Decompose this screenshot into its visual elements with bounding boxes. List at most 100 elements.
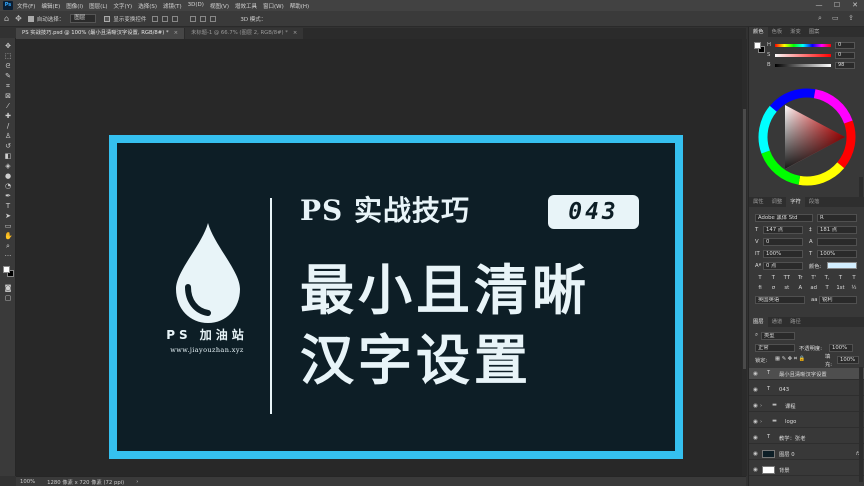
text-color-swatch[interactable] (827, 262, 857, 269)
leading-field[interactable]: 181 点 (817, 225, 857, 234)
visibility-eye-icon[interactable]: ◉ (751, 371, 760, 377)
move-tool-icon[interactable]: ✥ (15, 14, 22, 23)
auto-select-dropdown[interactable]: 图层 (70, 14, 97, 23)
brush-tool-icon[interactable]: / (4, 122, 12, 130)
share-icon[interactable]: ⇪ (848, 14, 854, 22)
canvas-vertical-scrollbar[interactable] (742, 39, 747, 476)
opentype-button[interactable]: ad (809, 285, 819, 291)
menu-item[interactable]: 增效工具 (235, 2, 257, 10)
tracking-field[interactable] (817, 237, 857, 246)
menu-item[interactable]: 滤镜(T) (163, 2, 182, 10)
font-style-select[interactable]: R (817, 213, 857, 222)
maximize-button[interactable]: ☐ (828, 0, 846, 11)
layer-name[interactable]: 背景 (779, 466, 864, 474)
screen-mode-icon[interactable]: ▢ (4, 294, 12, 302)
align-bottom-icon[interactable] (210, 15, 217, 22)
foreground-color-swatch[interactable] (3, 266, 10, 273)
align-center-icon[interactable] (162, 15, 169, 22)
tab-gradients[interactable]: 渐变 (786, 27, 805, 37)
opentype-button[interactable]: T (822, 285, 832, 291)
saturation-slider[interactable]: S 0 (767, 51, 857, 59)
lock-icons[interactable]: ▦ ✎ ✥ ⌗ 🔒 (775, 356, 825, 363)
menu-item[interactable]: 图像(I) (66, 2, 83, 10)
hue-slider[interactable]: H 0 (767, 41, 857, 49)
tab-character[interactable]: 字符 (786, 197, 805, 207)
home-icon[interactable]: ⌂ (4, 14, 9, 23)
paint-bucket-icon[interactable]: ◈ (4, 162, 12, 170)
close-tab-icon[interactable]: × (293, 30, 297, 36)
zoom-tool-icon[interactable]: ⌕ (4, 242, 12, 250)
marquee-tool-icon[interactable]: ⬚ (4, 52, 12, 60)
tab-properties[interactable]: 属性 (749, 197, 768, 207)
layer-row[interactable]: ◉图层 0fx (749, 448, 864, 460)
align-top-icon[interactable] (190, 15, 197, 22)
visibility-eye-icon[interactable]: ◉ (751, 467, 760, 473)
move-tool-icon[interactable]: ✥ (4, 42, 12, 50)
layer-row[interactable]: ◉ T 最小且清晰汉字设置 (749, 368, 864, 380)
text-style-button[interactable]: T (836, 275, 846, 281)
lasso-tool-icon[interactable]: ᘓ (4, 62, 12, 70)
layer-name[interactable]: 课程 (785, 402, 864, 410)
group-expand-chevron-icon[interactable]: › (760, 419, 766, 425)
visibility-eye-icon[interactable]: ◉ (751, 435, 760, 441)
layers-scrollbar[interactable] (859, 367, 863, 482)
tab-color[interactable]: 颜色 (749, 27, 768, 37)
opentype-button[interactable]: ½ (849, 285, 859, 291)
layer-name[interactable]: logo (785, 419, 864, 425)
kerning-field[interactable]: 0 (763, 237, 803, 246)
opentype-button[interactable]: fi (755, 285, 765, 291)
text-style-button[interactable]: Tr (795, 275, 805, 281)
text-style-button[interactable]: T (768, 275, 778, 281)
tab-paths[interactable]: 路径 (786, 317, 805, 327)
vertical-scale-field[interactable]: 100% (763, 249, 803, 258)
layer-row[interactable]: ◉ 背景 (749, 464, 864, 476)
layer-name[interactable]: 最小且清晰汉字设置 (779, 370, 864, 378)
horizontal-scale-field[interactable]: 100% (817, 249, 857, 258)
menu-item[interactable]: 帮助(H) (290, 2, 309, 10)
history-brush-icon[interactable]: ↺ (4, 142, 12, 150)
eyedropper-tool-icon[interactable]: ⁄ (4, 102, 12, 110)
hand-tool-icon[interactable]: ✋ (4, 232, 13, 240)
tab-patterns[interactable]: 图案 (805, 27, 824, 37)
text-style-button[interactable]: T, (822, 275, 832, 281)
close-tab-icon[interactable]: × (174, 30, 178, 36)
hue-track[interactable] (775, 43, 831, 47)
layer-name[interactable]: 043 (779, 387, 864, 393)
artwork-frame[interactable]: PS 加油站 www.jiayouzhan.xyz PS 实战技巧 043 最小… (109, 135, 683, 459)
group-expand-chevron-icon[interactable]: › (760, 403, 766, 409)
layer-row[interactable]: ◉ T 043 (749, 384, 864, 396)
layer-filter-select[interactable]: 类型 (761, 331, 795, 340)
menu-item[interactable]: 编辑(E) (41, 2, 60, 10)
font-size-field[interactable]: 147 点 (763, 225, 803, 234)
visibility-eye-icon[interactable]: ◉ (751, 387, 760, 393)
tab-layers[interactable]: 图层 (749, 317, 768, 327)
frame-tool-icon[interactable]: ⊠ (4, 92, 12, 100)
menu-item[interactable]: 文字(Y) (114, 2, 133, 10)
opacity-field[interactable]: 100% (829, 343, 853, 352)
opentype-button[interactable]: 1st (836, 285, 846, 291)
menu-item[interactable]: 3D(D) (188, 2, 204, 10)
minimize-button[interactable]: — (810, 0, 828, 11)
path-select-icon[interactable]: ➤ (4, 212, 12, 220)
panel-foreground-swatch[interactable] (754, 42, 761, 49)
healing-brush-icon[interactable]: ✚ (4, 112, 12, 120)
fill-field[interactable]: 100% (837, 355, 859, 364)
language-select[interactable]: 英国英语 (755, 295, 805, 304)
tab-active-document[interactable]: PS 实战技巧.psd @ 100% (最小且清晰汉字设置, RGB/8#) *… (16, 28, 185, 39)
visibility-eye-icon[interactable]: ◉ (751, 451, 760, 457)
scrollbar-thumb[interactable] (743, 109, 746, 369)
tab-adjustments[interactable]: 调整 (768, 197, 787, 207)
layer-row[interactable]: ◉ T 教学：张老 (749, 432, 864, 444)
canvas-area[interactable]: PS 加油站 www.jiayouzhan.xyz PS 实战技巧 043 最小… (16, 39, 746, 476)
quick-select-tool-icon[interactable]: ✎ (4, 72, 12, 80)
rectangle-tool-icon[interactable]: ▭ (4, 222, 12, 230)
text-style-button[interactable]: T' (809, 275, 819, 281)
text-style-button[interactable]: T (755, 275, 765, 281)
pen-tool-icon[interactable]: ✒ (4, 192, 12, 200)
text-style-button[interactable]: TT (782, 275, 792, 281)
brightness-track[interactable] (775, 63, 831, 67)
blur-tool-icon[interactable]: ● (4, 172, 12, 180)
opentype-button[interactable]: st (782, 285, 792, 291)
tab-untitled-document[interactable]: 未标题-1 @ 66.7% (图层 2, RGB/8#) * × (185, 28, 304, 39)
layer-name[interactable]: 教学：张老 (779, 434, 864, 442)
